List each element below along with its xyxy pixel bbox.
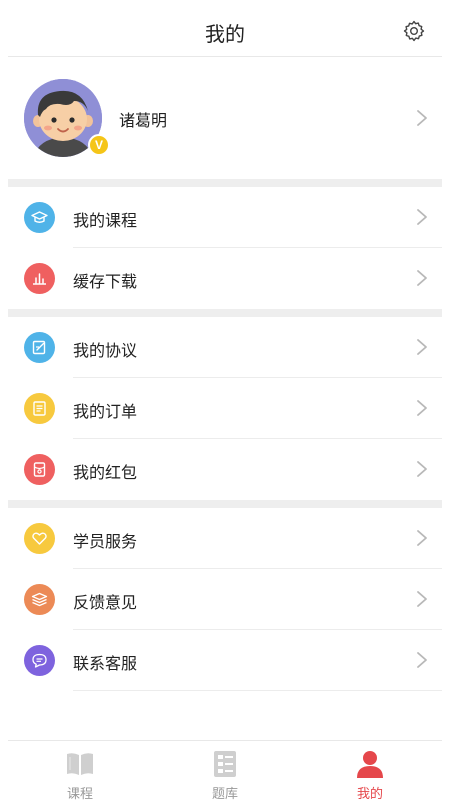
menu-item-label: 我的红包 — [73, 463, 138, 482]
book-icon — [67, 753, 93, 775]
page-title: 我的 — [205, 22, 245, 46]
menu-item-label: 我的订单 — [73, 402, 138, 421]
chevron-right-icon — [417, 652, 427, 668]
download-chart-icon — [24, 263, 55, 294]
menu-item-agreement[interactable]: 我的协议 — [8, 317, 442, 378]
menu-item-downloads[interactable]: 缓存下载 — [8, 248, 442, 309]
menu-item-courses[interactable]: 我的课程 — [8, 187, 442, 248]
section-divider — [8, 309, 442, 317]
vip-badge: V — [88, 134, 110, 156]
bottom-tab-bar: 课程 题库 我的 — [8, 740, 442, 800]
menu-item-label: 联系客服 — [73, 654, 138, 673]
graduation-cap-icon — [24, 202, 55, 233]
chat-bubble-icon — [24, 645, 55, 676]
tab-label: 课程 — [66, 787, 93, 800]
chevron-right-icon — [417, 209, 427, 225]
menu-item-label: 缓存下载 — [73, 272, 138, 291]
chevron-right-icon — [417, 591, 427, 607]
chevron-right-icon — [417, 530, 427, 546]
red-packet-icon — [24, 454, 55, 485]
menu-item-label: 反馈意见 — [73, 593, 138, 612]
chevron-right-icon — [417, 270, 427, 286]
menu-item-service[interactable]: 学员服务 — [8, 508, 442, 569]
section-divider — [8, 179, 442, 187]
username: 诸葛明 — [119, 111, 168, 130]
person-icon — [357, 751, 383, 778]
menu-item-feedback[interactable]: 反馈意见 — [8, 569, 442, 630]
menu-item-orders[interactable]: 我的订单 — [8, 378, 442, 439]
tab-label: 题库 — [211, 787, 238, 800]
stack-feedback-icon — [24, 584, 55, 615]
section-divider — [8, 500, 442, 508]
row-divider — [73, 690, 442, 691]
menu-item-contact[interactable]: 联系客服 — [8, 630, 442, 691]
tab-courses[interactable]: 课程 — [8, 741, 152, 800]
menu-item-label: 我的课程 — [73, 211, 138, 230]
question-bank-icon — [214, 751, 236, 777]
chevron-right-icon — [417, 339, 427, 355]
top-bar: 我的 — [8, 0, 442, 57]
menu-item-label: 学员服务 — [73, 532, 138, 551]
profile-row[interactable]: 诸葛明 — [8, 57, 442, 179]
gear-icon[interactable] — [402, 19, 426, 43]
chevron-right-icon — [417, 110, 427, 126]
tab-label: 我的 — [356, 787, 383, 800]
heart-service-icon — [24, 523, 55, 554]
tab-question-bank[interactable]: 题库 — [153, 741, 297, 800]
order-list-icon — [24, 393, 55, 424]
menu-item-label: 我的协议 — [73, 341, 138, 360]
menu-item-redpacket[interactable]: 我的红包 — [8, 439, 442, 500]
page: 我的 诸葛明 V 我的课程 缓存下载 我的协议 我的订单 我的红包 学员服务 反… — [8, 0, 442, 800]
tab-mine[interactable]: 我的 — [298, 741, 442, 800]
edit-document-icon — [24, 332, 55, 363]
chevron-right-icon — [417, 461, 427, 477]
chevron-right-icon — [417, 400, 427, 416]
